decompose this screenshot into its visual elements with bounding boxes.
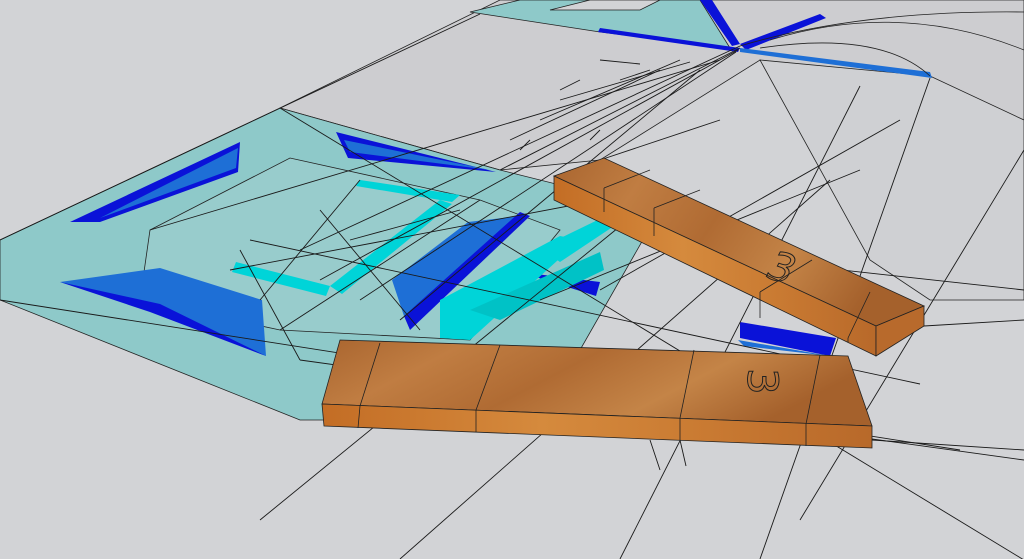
3d-viewport[interactable]: 3 3 bbox=[0, 0, 1024, 559]
3d-scene[interactable]: 3 3 bbox=[0, 0, 1024, 559]
board-front-label: 3 bbox=[738, 368, 787, 395]
